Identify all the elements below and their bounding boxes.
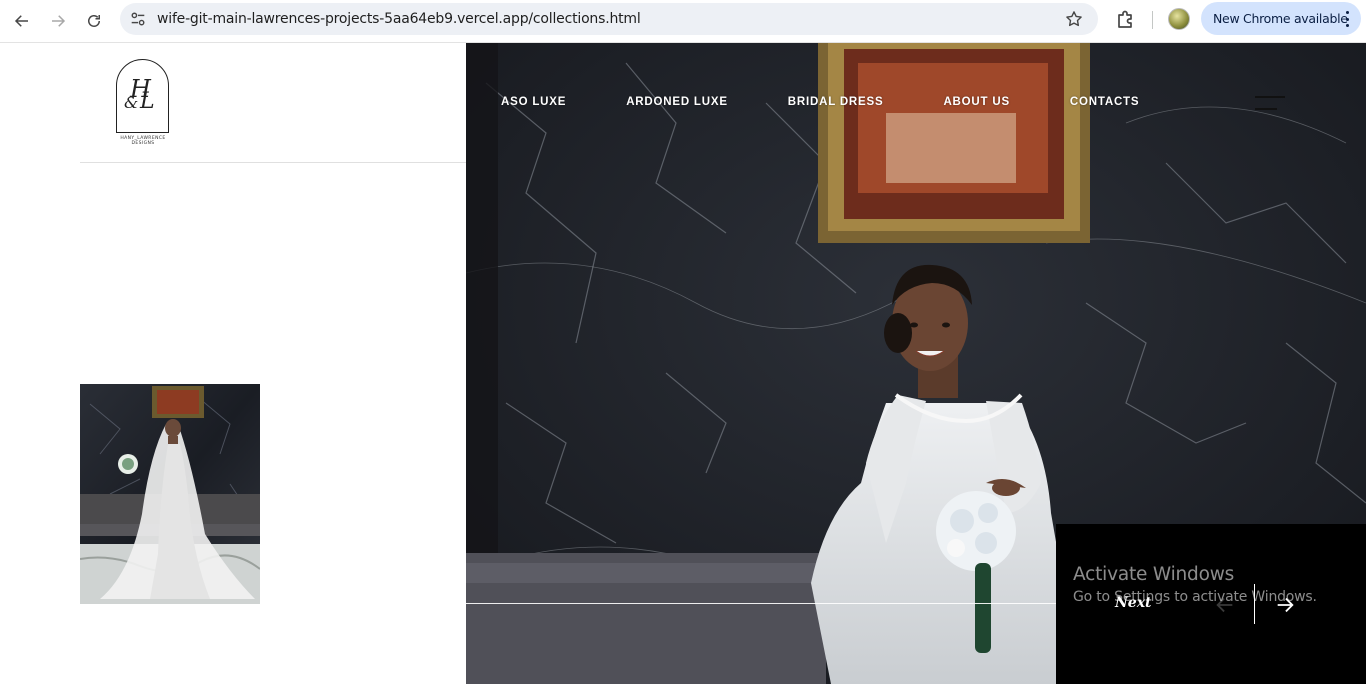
kebab-icon[interactable] [1345,11,1349,27]
puzzle-icon[interactable] [1114,8,1138,32]
nav-link-bridal-dress[interactable]: BRIDAL DRESS [788,96,884,108]
star-icon[interactable] [1064,9,1084,29]
nav-link-contacts[interactable]: CONTACTS [1070,96,1139,108]
activate-title: Activate Windows [1073,564,1235,585]
profile-avatar[interactable] [1168,8,1190,30]
windows-activation-watermark: Activate Windows Go to Settings to activ… [1073,564,1317,605]
reload-icon [88,15,100,27]
logo-ampersand: & [124,93,139,112]
back-button[interactable] [9,8,35,34]
update-label: New Chrome available [1213,11,1348,26]
reload-button[interactable] [81,8,107,34]
logo-letter-l: L [140,89,155,114]
collection-thumbnail[interactable] [80,384,260,604]
bride-thumbnail-image [80,384,260,604]
header-divider [80,162,466,163]
site-logo[interactable]: H & L HANY_LAWRENCE DESIGNS [108,59,178,146]
nav-link-ardoned-luxe[interactable]: ARDONED LUXE [626,96,728,108]
nav-link-aso-luxe[interactable]: ASO LUXE [501,96,566,108]
logo-monogram: H & L [122,75,164,119]
hamburger-icon[interactable] [1255,94,1289,112]
activate-subtitle: Go to Settings to activate Windows. [1073,589,1317,605]
site-info-button[interactable] [128,9,148,29]
tune-icon [131,12,145,26]
url-text[interactable]: wife-git-main-lawrences-projects-5aa64eb… [157,11,641,27]
address-bar[interactable]: wife-git-main-lawrences-projects-5aa64eb… [120,3,1098,35]
slider-progress-line [466,603,1056,604]
main-nav: ASO LUXE ARDONED LUXE BRIDAL DRESS ABOUT… [501,96,1139,108]
toolbar-divider [1152,11,1153,29]
nav-link-about-us[interactable]: ABOUT US [943,96,1009,108]
forward-button[interactable] [45,8,71,34]
browser-toolbar: wife-git-main-lawrences-projects-5aa64eb… [0,0,1366,43]
arrow-right-icon [52,15,66,27]
new-chrome-button[interactable]: New Chrome available [1201,2,1361,35]
arrow-left-icon [14,15,28,27]
logo-caption: HANY_LAWRENCE DESIGNS [120,136,166,146]
